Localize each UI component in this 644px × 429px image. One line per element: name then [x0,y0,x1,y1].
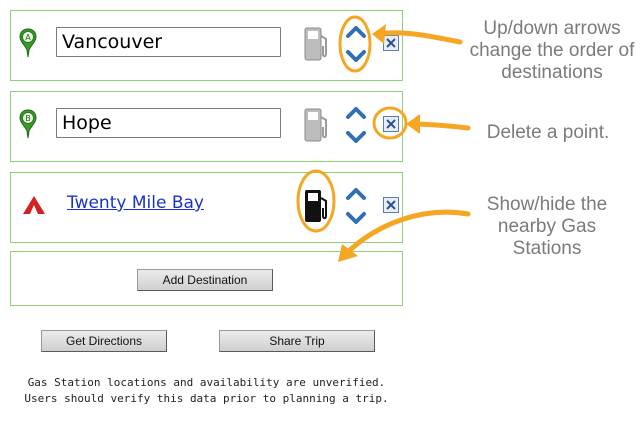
callout-gas-toggle: Show/hide the nearby Gas Stations [486,194,608,259]
campsite-icon [23,196,45,214]
destination-row-a: A [10,10,403,81]
delete-x-icon[interactable] [383,197,399,213]
get-directions-button[interactable]: Get Directions [41,330,167,352]
map-pin-a-icon: A [19,28,37,58]
destination-input-a[interactable] [56,27,281,57]
map-pin-b-icon: B [19,109,37,139]
gas-pump-icon[interactable] [303,188,331,224]
share-trip-button[interactable]: Share Trip [219,330,375,352]
delete-x-icon[interactable] [383,116,399,132]
gas-pump-icon[interactable] [303,107,331,143]
destination-row-c: Twenty Mile Bay [10,172,403,243]
marker-letter: A [25,33,31,42]
disclaimer-text: Gas Station locations and availability a… [24,376,389,405]
marker-letter: B [25,114,31,123]
arrowhead-delete [406,114,420,134]
up-down-arrows-icon[interactable] [345,104,367,146]
gas-pump-icon[interactable] [303,26,331,62]
up-down-arrows-icon[interactable] [345,23,367,65]
destination-row-b: B [10,91,403,162]
add-destination-button[interactable]: Add Destination [137,269,273,291]
add-destination-panel: Add Destination [10,251,403,306]
destination-input-b[interactable] [56,108,281,138]
callout-delete: Delete a point. [486,122,610,143]
callout-reorder: Up/down arrows change the order of desti… [469,18,635,83]
up-down-arrows-icon[interactable] [345,185,367,227]
delete-x-icon[interactable] [383,35,399,51]
place-link[interactable]: Twenty Mile Bay [67,193,204,213]
